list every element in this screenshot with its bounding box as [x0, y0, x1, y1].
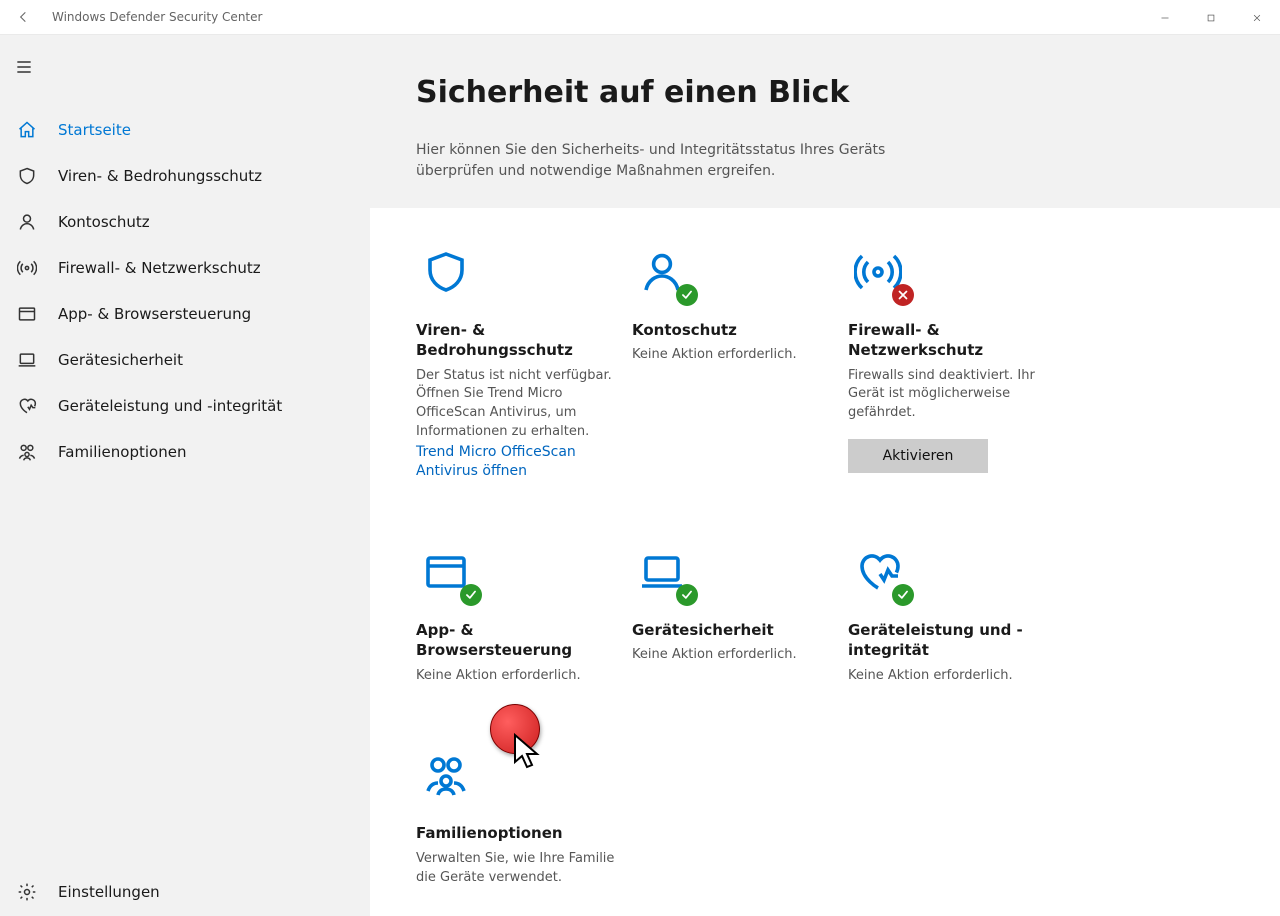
window-title: Windows Defender Security Center — [48, 10, 262, 24]
card-title: Familienoptionen — [416, 823, 632, 843]
status-ok-icon — [676, 584, 698, 606]
sidebar-item-device-security[interactable]: Gerätesicherheit — [0, 337, 370, 383]
person-icon — [16, 211, 38, 233]
card-status: Der Status ist nicht verfügbar. Öffnen S… — [416, 367, 632, 442]
sidebar-item-family[interactable]: Familienoptionen — [0, 429, 370, 475]
sidebar-item-label: Einstellungen — [58, 883, 160, 901]
sidebar-item-label: Startseite — [58, 121, 131, 139]
home-icon — [16, 119, 38, 141]
card-device-performance[interactable]: Geräteleistung und -integrität Keine Akt… — [848, 542, 1064, 685]
status-ok-icon — [892, 584, 914, 606]
card-title: Firewall- & Netzwerkschutz — [848, 320, 1064, 361]
card-status: Verwalten Sie, wie Ihre Familie die Gerä… — [416, 850, 632, 888]
sidebar-item-label: Viren- & Bedrohungsschutz — [58, 167, 262, 185]
browser-icon — [416, 542, 476, 602]
page-subtitle: Hier können Sie den Sicherheits- und Int… — [416, 140, 946, 182]
sidebar-item-label: Familienoptionen — [58, 443, 186, 461]
status-ok-icon — [460, 584, 482, 606]
sidebar-item-virus[interactable]: Viren- & Bedrohungsschutz — [0, 153, 370, 199]
sidebar: Startseite Viren- & Bedrohungsschutz Kon… — [0, 35, 370, 916]
laptop-icon — [16, 349, 38, 371]
sidebar-item-label: Gerätesicherheit — [58, 351, 183, 369]
card-status: Firewalls sind deaktiviert. Ihr Gerät is… — [848, 367, 1064, 424]
cards-area: Viren- & Bedrohungsschutz Der Status ist… — [370, 208, 1280, 916]
page-title: Sicherheit auf einen Blick — [416, 75, 1234, 110]
sidebar-item-label: App- & Browsersteuerung — [58, 305, 251, 323]
sidebar-item-device-performance[interactable]: Geräteleistung und -integrität — [0, 383, 370, 429]
close-icon — [1250, 11, 1264, 25]
activate-button[interactable]: Aktivieren — [848, 439, 988, 473]
sidebar-item-firewall[interactable]: Firewall- & Netzwerkschutz — [0, 245, 370, 291]
card-title: App- & Browsersteuerung — [416, 620, 632, 661]
nav: Startseite Viren- & Bedrohungsschutz Kon… — [0, 107, 370, 868]
card-account[interactable]: Kontoschutz Keine Aktion erforderlich. — [632, 242, 848, 482]
hamburger-icon — [14, 57, 34, 77]
minimize-icon — [1158, 11, 1172, 25]
cards-grid: Viren- & Bedrohungsschutz Der Status ist… — [416, 242, 1234, 916]
maximize-icon — [1204, 11, 1218, 25]
card-status: Keine Aktion erforderlich. — [632, 346, 848, 365]
close-button[interactable] — [1234, 0, 1280, 35]
card-link[interactable]: Trend Micro OfficeScan Antivirus öffnen — [416, 443, 632, 482]
antenna-icon — [16, 257, 38, 279]
sidebar-item-settings[interactable]: Einstellungen — [0, 868, 370, 916]
card-title: Viren- & Bedrohungsschutz — [416, 320, 632, 361]
main: Sicherheit auf einen Blick Hier können S… — [370, 35, 1280, 916]
sidebar-item-label: Firewall- & Netzwerkschutz — [58, 259, 261, 277]
family-icon — [16, 441, 38, 463]
sidebar-item-appbrowser[interactable]: App- & Browsersteuerung — [0, 291, 370, 337]
gear-icon — [16, 881, 38, 903]
sidebar-item-label: Geräteleistung und -integrität — [58, 397, 282, 415]
card-title: Gerätesicherheit — [632, 620, 848, 640]
family-icon — [416, 745, 476, 805]
window-controls — [1142, 0, 1280, 35]
minimize-button[interactable] — [1142, 0, 1188, 35]
laptop-icon — [632, 542, 692, 602]
card-title: Geräteleistung und -integrität — [848, 620, 1064, 661]
sidebar-item-home[interactable]: Startseite — [0, 107, 370, 153]
status-bad-icon — [892, 284, 914, 306]
card-status: Keine Aktion erforderlich. — [416, 667, 632, 686]
card-firewall[interactable]: Firewall- & Netzwerkschutz Firewalls sin… — [848, 242, 1064, 482]
maximize-button[interactable] — [1188, 0, 1234, 35]
sidebar-item-label: Kontoschutz — [58, 213, 150, 231]
heart-icon — [16, 395, 38, 417]
shield-icon — [16, 165, 38, 187]
heart-icon — [848, 542, 908, 602]
card-title: Kontoschutz — [632, 320, 848, 340]
card-family[interactable]: Familienoptionen Verwalten Sie, wie Ihre… — [416, 745, 632, 887]
back-button[interactable] — [0, 0, 48, 35]
card-device-security[interactable]: Gerätesicherheit Keine Aktion erforderli… — [632, 542, 848, 685]
back-icon — [16, 9, 32, 25]
card-appbrowser[interactable]: App- & Browsersteuerung Keine Aktion erf… — [416, 542, 632, 685]
page-header: Sicherheit auf einen Blick Hier können S… — [370, 35, 1280, 208]
titlebar: Windows Defender Security Center — [0, 0, 1280, 35]
person-icon — [632, 242, 692, 302]
hamburger-button[interactable] — [0, 43, 48, 91]
antenna-icon — [848, 242, 908, 302]
card-status: Keine Aktion erforderlich. — [632, 646, 848, 665]
status-ok-icon — [676, 284, 698, 306]
sidebar-item-account[interactable]: Kontoschutz — [0, 199, 370, 245]
card-virus[interactable]: Viren- & Bedrohungsschutz Der Status ist… — [416, 242, 632, 482]
card-status: Keine Aktion erforderlich. — [848, 667, 1064, 686]
shield-icon — [416, 242, 476, 302]
browser-icon — [16, 303, 38, 325]
